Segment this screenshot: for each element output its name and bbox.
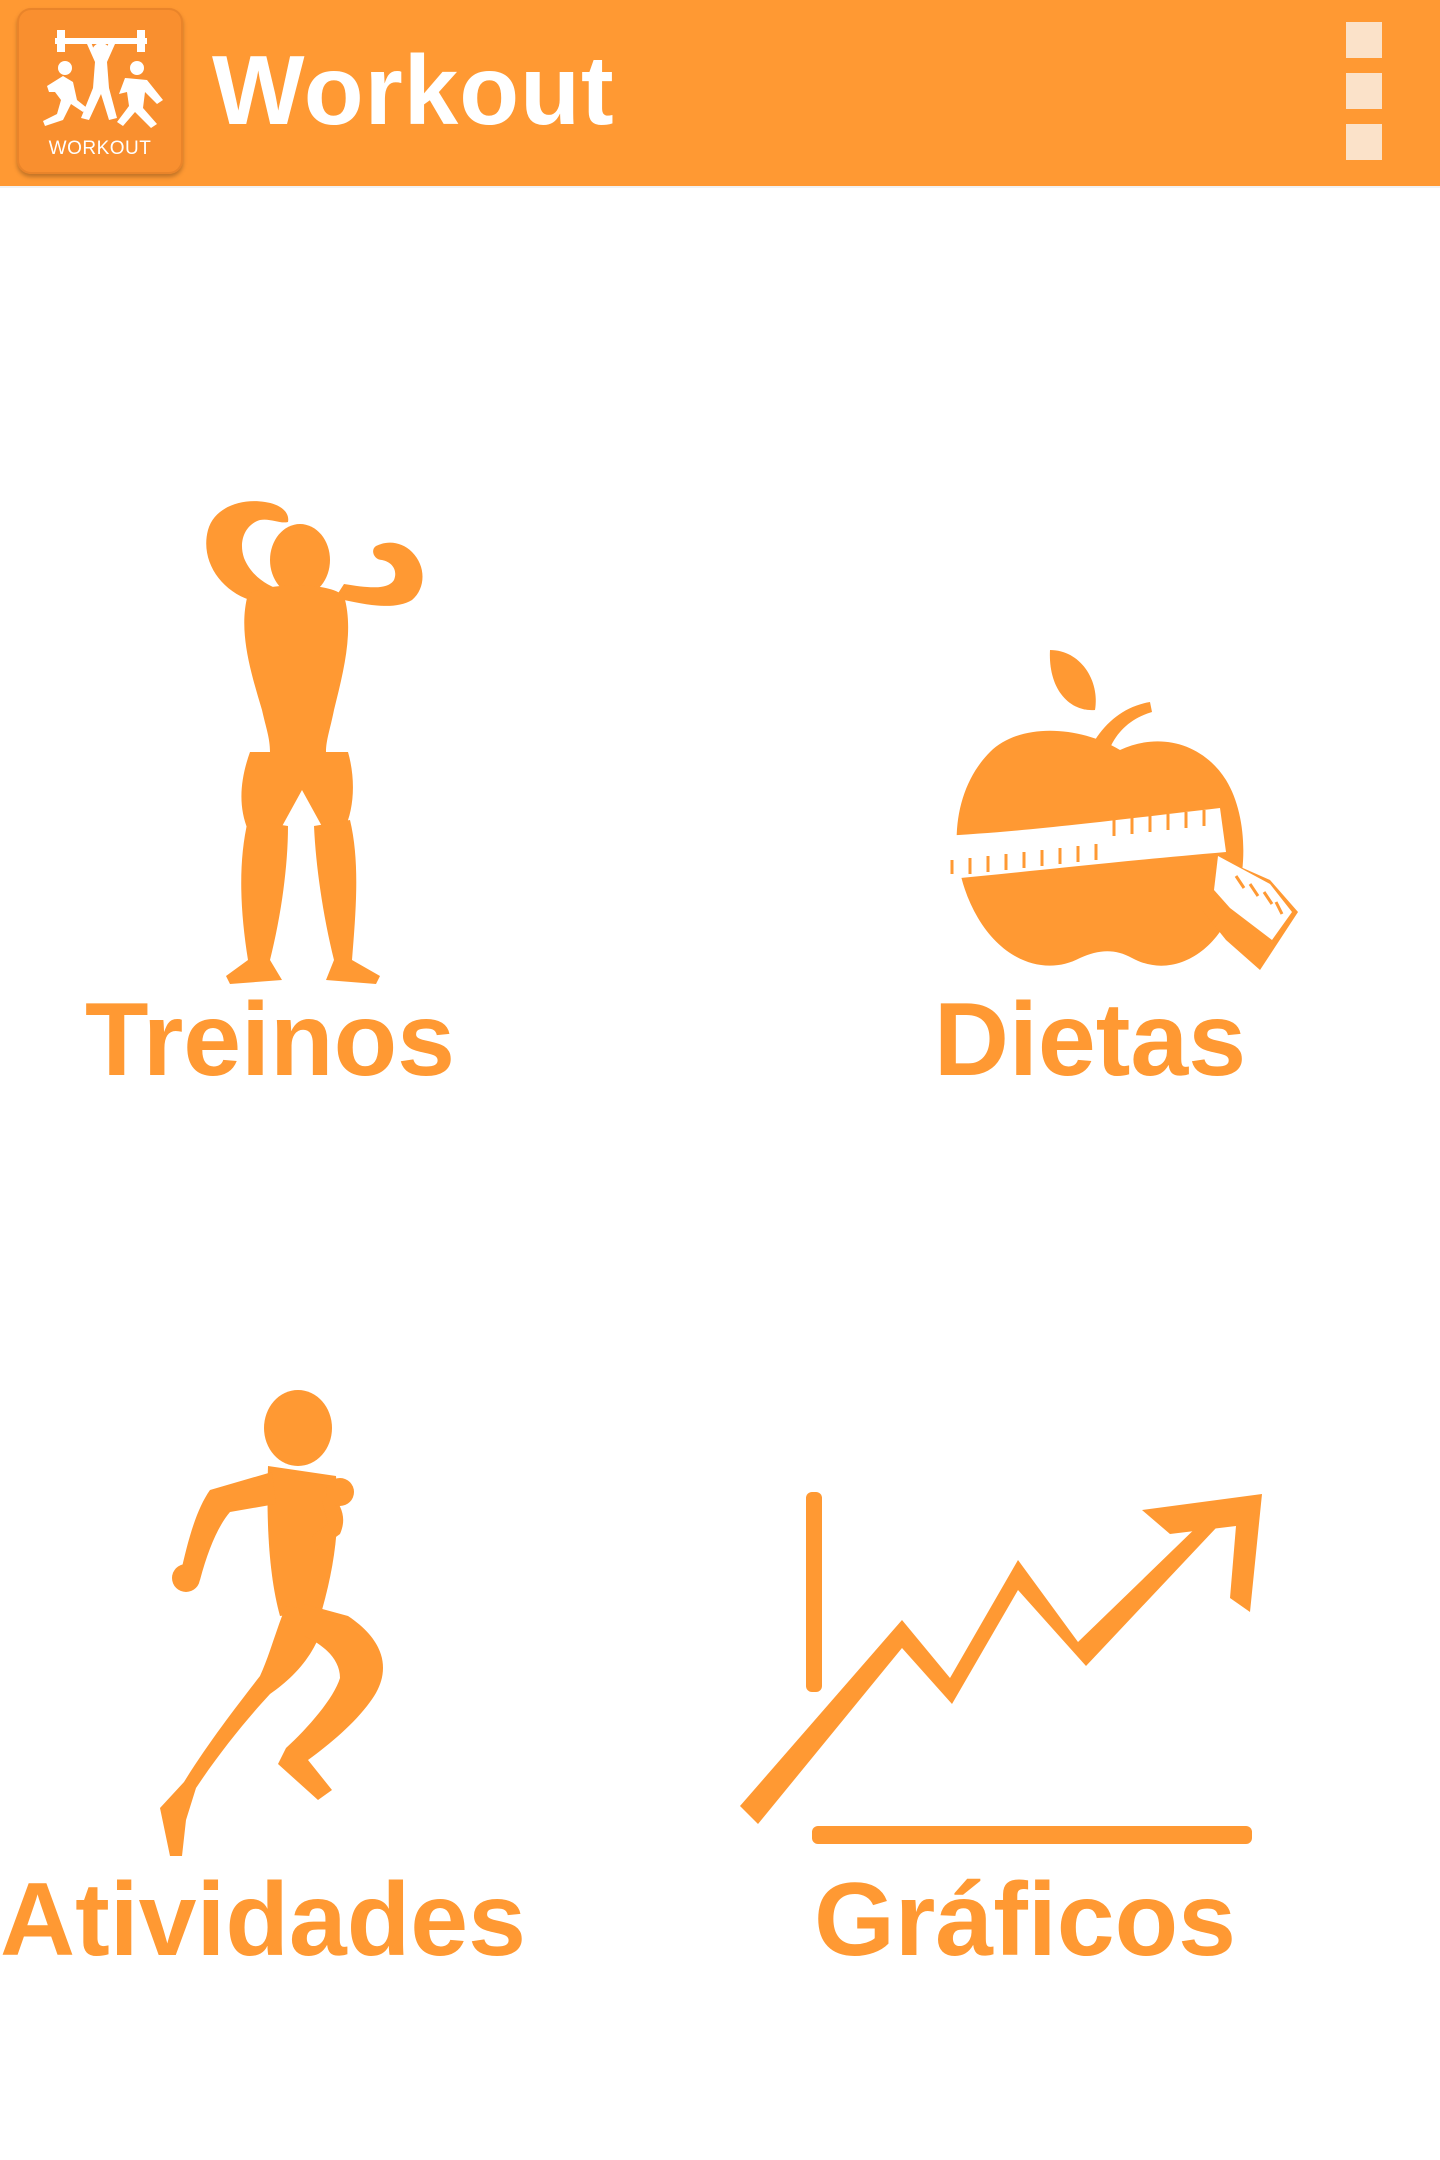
menu-item-dietas[interactable]: Dietas xyxy=(880,640,1300,1098)
overflow-menu-button[interactable] xyxy=(1334,18,1394,168)
app-screen: WORKOUT Workout Treinos Dietas Atividade… xyxy=(0,0,1440,2160)
menu-dot xyxy=(1346,22,1382,58)
runner-icon xyxy=(160,1390,383,1856)
menu-dot xyxy=(1346,73,1382,109)
app-title: Workout xyxy=(212,35,615,145)
menu-dot xyxy=(1346,124,1382,160)
menu-item-label: Dietas xyxy=(933,982,1247,1098)
action-bar: WORKOUT Workout xyxy=(0,0,1440,186)
growth-chart-icon xyxy=(740,1492,1262,1844)
menu-item-label: Atividades xyxy=(0,1862,526,1978)
app-logo: WORKOUT xyxy=(17,8,183,174)
logo-text: WORKOUT xyxy=(48,138,152,159)
menu-item-label: Treinos xyxy=(85,982,455,1098)
menu-item-graficos[interactable]: Gráficos xyxy=(730,1480,1320,1980)
menu-item-atividades[interactable]: Atividades xyxy=(0,1380,526,1980)
menu-item-label: Gráficos xyxy=(814,1862,1236,1978)
apple-measuring-tape-icon xyxy=(940,650,1298,970)
menu-item-treinos[interactable]: Treinos xyxy=(40,490,500,1098)
bodybuilder-icon xyxy=(206,501,423,984)
